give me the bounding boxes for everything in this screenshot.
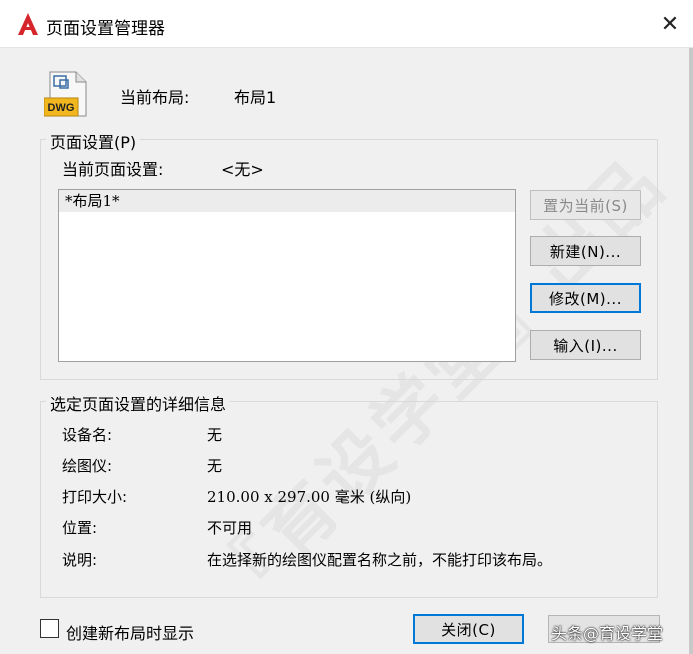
new-button[interactable]: 新建(N)... [530,236,641,266]
show-on-new-layout-label[interactable]: 创建新布局时显示 [66,620,194,644]
description-value: 在选择新的绘图仪配置名称之前，不能打印该布局。 [207,551,553,569]
device-name-value: 无 [207,426,223,444]
print-size-value: 210.00 x 297.00 毫米 (纵向) [207,488,412,506]
location-label: 位置: [62,519,98,537]
set-current-button[interactable]: 置为当前(S) [530,190,641,220]
window-edge [689,48,693,654]
page-setup-list[interactable]: *布局1* [58,189,516,362]
dwg-file-icon: DWG [44,71,87,117]
current-page-setup-label: 当前页面设置: [62,160,164,179]
print-size-label: 打印大小: [62,488,128,506]
current-layout-value: 布局1 [234,88,277,107]
modify-button[interactable]: 修改(M)... [530,283,641,313]
title-bar[interactable]: 页面设置管理器 ✕ [0,0,693,48]
import-button[interactable]: 输入(I)... [530,330,641,360]
list-item[interactable]: *布局1* [59,190,515,212]
plotter-value: 无 [207,457,223,475]
source-overlay-text: 头条@育设学堂 [551,624,664,643]
autocad-logo-icon [18,13,38,35]
close-window-button[interactable]: ✕ [647,0,693,48]
window-title: 页面设置管理器 [46,19,165,39]
device-name-label: 设备名: [62,426,113,444]
dwg-icon-text: DWG [48,102,75,114]
plotter-label: 绘图仪: [62,457,113,475]
current-page-setup-value: <无> [221,160,264,179]
current-layout-label: 当前布局: [120,88,190,107]
show-on-new-layout-checkbox[interactable] [40,619,59,638]
close-button[interactable]: 关闭(C) [413,614,524,644]
page-setup-legend: 页面设置(P) [46,129,141,153]
details-legend: 选定页面设置的详细信息 [46,391,231,415]
location-value: 不可用 [207,519,253,537]
description-label: 说明: [62,551,98,569]
